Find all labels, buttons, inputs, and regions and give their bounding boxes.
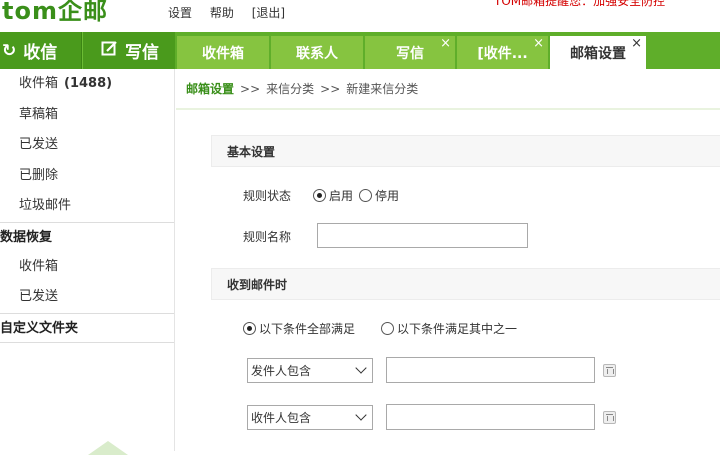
sidebar-item-sent[interactable]: 已发送 (0, 130, 174, 161)
condition-field-select[interactable]: 收件人包含 (247, 405, 373, 430)
breadcrumb-separator: >> (240, 81, 261, 96)
tab-label: 写信 (396, 45, 424, 62)
condition-field-select[interactable]: 发件人包含 (247, 358, 373, 383)
decorative-shape (88, 441, 128, 455)
sidebar-section-custom-folders[interactable]: 自定义文件夹 (0, 312, 174, 343)
tom-logo[interactable]: tom企邮 (2, 0, 108, 26)
nav-actions: ↻ 收信 写信 (0, 32, 175, 69)
select-value: 收件人包含 (251, 411, 312, 425)
rule-status-label: 规则状态 (243, 189, 292, 203)
radio-label: 停用 (375, 189, 400, 203)
breadcrumb-item[interactable]: 来信分类 (266, 80, 314, 97)
logout-link[interactable]: [退出] (252, 6, 285, 20)
tab-compose[interactable]: 写信 × (365, 36, 455, 69)
match-mode-row: 以下条件全部满足 以下条件满足其中之一 (243, 320, 523, 337)
top-bar: tom企邮 设置 帮助 [退出] TOM邮箱提醒您：加强安全防控 (0, 0, 720, 32)
close-icon[interactable]: × (440, 36, 451, 51)
sidebar-item-label: 收件箱 (19, 76, 59, 91)
tab-label: 收件箱 (202, 45, 244, 62)
tab-contacts[interactable]: 联系人 (271, 36, 363, 69)
match-all-radio[interactable] (243, 322, 256, 335)
match-any-radio[interactable] (381, 322, 395, 335)
chevron-down-icon (355, 362, 367, 374)
folder-sidebar: 收件箱 (1488) 草稿箱 已发送 已删除 垃圾邮件 数据恢复 收件箱 已发送 … (0, 69, 175, 455)
section-title: 基本设置 (227, 144, 276, 159)
tab-inbox[interactable]: 收件箱 (177, 36, 269, 69)
section-title: 收到邮件时 (227, 277, 288, 292)
tab-label: [收件... (477, 45, 528, 62)
radio-label: 启用 (329, 189, 354, 203)
receive-mail-button[interactable]: ↻ 收信 (0, 32, 82, 69)
close-icon[interactable]: × (533, 36, 544, 51)
breadcrumb-home-link[interactable]: 邮箱设置 (186, 80, 234, 97)
unread-count: (1488) (64, 76, 113, 91)
close-icon[interactable]: × (631, 36, 642, 51)
breadcrumb-separator: >> (320, 81, 341, 96)
radio-label: 以下条件全部满足 (259, 322, 356, 336)
tab-inbox-message[interactable]: [收件... × (457, 36, 548, 69)
settings-link[interactable]: 设置 (168, 6, 192, 20)
delete-condition-icon[interactable] (603, 411, 616, 424)
chevron-down-icon (355, 409, 367, 421)
condition-value-input[interactable] (386, 357, 595, 383)
help-link[interactable]: 帮助 (210, 6, 234, 20)
status-enabled-radio[interactable] (313, 189, 327, 202)
sidebar-item-spam[interactable]: 垃圾邮件 (0, 191, 174, 222)
tab-strip: 收件箱 联系人 写信 × [收件... × 邮箱设置 × (177, 36, 648, 69)
rule-name-row: 规则名称 (243, 228, 291, 245)
sidebar-section-recovery[interactable]: 数据恢复 (0, 221, 174, 252)
sidebar-item-recovery-inbox[interactable]: 收件箱 (0, 252, 174, 283)
security-notice[interactable]: TOM邮箱提醒您：加强安全防控 (494, 0, 665, 9)
tab-label: 联系人 (296, 45, 338, 62)
section-on-receive: 收到邮件时 (211, 268, 720, 300)
select-value: 发件人包含 (251, 364, 312, 378)
compose-label: 写信 (125, 43, 159, 63)
compose-icon (101, 40, 118, 62)
sidebar-item-deleted[interactable]: 已删除 (0, 161, 174, 192)
sidebar-item-inbox[interactable]: 收件箱 (1488) (0, 69, 174, 100)
compose-button[interactable]: 写信 (82, 32, 175, 69)
condition-value-input[interactable] (386, 404, 595, 430)
refresh-icon: ↻ (2, 40, 17, 61)
main-nav-bar: ↻ 收信 写信 收件箱 联系人 写信 × [收件... × 邮箱设置 × (0, 32, 720, 69)
tab-label: 邮箱设置 (570, 45, 626, 62)
settings-panel: 邮箱设置 >> 来信分类 >> 新建来信分类 基本设置 规则状态 启用 停用 规… (176, 69, 720, 451)
status-disabled-radio[interactable] (359, 189, 373, 202)
breadcrumb: 邮箱设置 >> 来信分类 >> 新建来信分类 (176, 69, 720, 110)
receive-mail-label: 收信 (23, 43, 58, 63)
rule-status-row: 规则状态 启用 停用 (243, 187, 405, 204)
section-basic-settings: 基本设置 (211, 135, 720, 167)
sidebar-item-recovery-sent[interactable]: 已发送 (0, 282, 174, 313)
rule-name-label: 规则名称 (243, 230, 292, 244)
breadcrumb-current: 新建来信分类 (346, 82, 419, 96)
delete-condition-icon[interactable] (603, 364, 616, 377)
tab-mailbox-settings[interactable]: 邮箱设置 × (550, 36, 646, 69)
top-links: 设置 帮助 [退出] (168, 4, 299, 21)
radio-label: 以下条件满足其中之一 (397, 322, 518, 336)
sidebar-item-drafts[interactable]: 草稿箱 (0, 100, 174, 131)
rule-name-input[interactable] (317, 223, 528, 248)
